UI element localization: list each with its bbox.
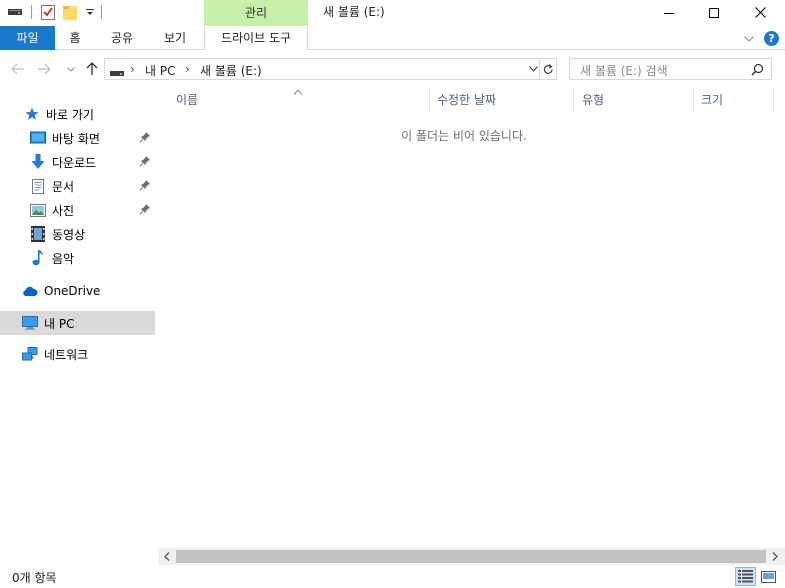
recent-locations-button[interactable] bbox=[62, 60, 80, 78]
horizontal-scroll-thumb[interactable] bbox=[176, 550, 766, 563]
minimize-icon bbox=[664, 12, 674, 14]
forward-arrow-icon bbox=[38, 63, 51, 75]
pin-icon[interactable] bbox=[139, 179, 151, 191]
nav-item-desktop[interactable]: 바탕 화면 bbox=[0, 126, 155, 150]
nav-item-downloads[interactable]: 다운로드 bbox=[0, 150, 155, 174]
nav-item-network[interactable]: 네트워크 bbox=[0, 342, 155, 366]
status-bar bbox=[0, 566, 785, 588]
pin-icon[interactable] bbox=[139, 155, 151, 167]
pin-icon[interactable] bbox=[139, 203, 151, 215]
scroll-right-button[interactable] bbox=[770, 551, 780, 562]
nav-label: 동영상 bbox=[52, 227, 86, 242]
chevron-down-icon bbox=[67, 66, 75, 72]
up-button[interactable] bbox=[83, 60, 101, 78]
column-header-type[interactable]: 유형 bbox=[582, 88, 690, 112]
column-header-size[interactable]: 크기 bbox=[701, 88, 771, 112]
star-icon bbox=[24, 106, 40, 122]
nav-label: 음악 bbox=[52, 251, 75, 266]
nav-item-this-pc[interactable]: 내 PC bbox=[0, 311, 155, 335]
chevron-down-icon bbox=[744, 36, 754, 42]
details-view-button[interactable] bbox=[735, 567, 756, 586]
chevron-left-icon bbox=[164, 552, 170, 561]
column-header-name[interactable]: 이름 bbox=[176, 88, 426, 112]
column-divider[interactable] bbox=[573, 88, 574, 112]
tab-share[interactable]: 공유 bbox=[106, 26, 138, 50]
nav-item-onedrive[interactable]: OneDrive bbox=[0, 279, 155, 303]
column-header-date-modified[interactable]: 수정한 날짜 bbox=[437, 88, 572, 112]
address-bar[interactable]: › 내 PC › 새 볼륨 (E:) bbox=[104, 58, 557, 80]
large-icons-view-button[interactable] bbox=[760, 569, 776, 584]
large-icons-view-icon bbox=[760, 570, 776, 583]
details-view-icon bbox=[738, 570, 753, 583]
close-icon bbox=[754, 7, 766, 18]
tab-file[interactable]: 파일 bbox=[0, 26, 55, 50]
pin-icon[interactable] bbox=[139, 131, 151, 143]
refresh-icon bbox=[543, 63, 553, 74]
properties-icon[interactable] bbox=[40, 4, 56, 20]
drive-icon bbox=[7, 4, 23, 20]
nav-label: 네트워크 bbox=[44, 347, 89, 362]
tab-drive-tools[interactable]: 드라이브 도구 bbox=[204, 26, 308, 50]
nav-label: OneDrive bbox=[44, 284, 101, 298]
nav-label: 문서 bbox=[52, 179, 75, 194]
refresh-button[interactable] bbox=[539, 58, 557, 80]
breadcrumb-volume[interactable]: 새 볼륨 (E:) bbox=[200, 62, 262, 79]
breadcrumb-separator[interactable]: › bbox=[185, 62, 190, 76]
nav-item-music[interactable]: 음악 bbox=[0, 246, 155, 270]
nav-label: 바탕 화면 bbox=[52, 131, 100, 146]
maximize-icon bbox=[709, 7, 719, 18]
search-input[interactable]: 새 볼륨 (E:) 검색 bbox=[580, 62, 668, 79]
drive-icon bbox=[110, 66, 124, 76]
tab-view[interactable]: 보기 bbox=[158, 26, 192, 50]
tab-manage[interactable]: 관리 bbox=[204, 0, 308, 27]
toolbar-separator bbox=[101, 5, 102, 19]
empty-folder-message: 이 폴더는 비어 있습니다. bbox=[401, 129, 527, 143]
pictures-icon bbox=[30, 202, 46, 218]
nav-item-videos[interactable]: 동영상 bbox=[0, 222, 155, 246]
desktop-icon bbox=[30, 130, 46, 146]
music-note-icon bbox=[30, 250, 46, 266]
cloud-icon bbox=[22, 283, 38, 299]
search-icon[interactable] bbox=[751, 63, 765, 77]
close-button[interactable] bbox=[737, 0, 783, 25]
expand-ribbon-button[interactable] bbox=[742, 32, 756, 46]
back-button[interactable] bbox=[9, 60, 27, 78]
breadcrumb-separator[interactable]: › bbox=[130, 62, 135, 76]
column-divider[interactable] bbox=[693, 88, 694, 112]
nav-quick-access[interactable]: 바로 가기 bbox=[0, 102, 155, 126]
maximize-button[interactable] bbox=[691, 0, 737, 25]
item-count: 0개 항목 bbox=[12, 571, 57, 585]
tab-home[interactable]: 홈 bbox=[63, 26, 87, 50]
chevron-right-icon bbox=[772, 552, 778, 561]
nav-label: 내 PC bbox=[44, 316, 75, 331]
toolbar-separator bbox=[31, 5, 32, 19]
nav-label: 사진 bbox=[52, 203, 75, 218]
breadcrumb-this-pc[interactable]: 내 PC bbox=[145, 62, 175, 79]
back-arrow-icon bbox=[11, 63, 24, 75]
nav-label: 다운로드 bbox=[52, 155, 97, 170]
film-icon bbox=[30, 226, 46, 242]
up-arrow-icon bbox=[86, 62, 98, 75]
minimize-button[interactable] bbox=[646, 0, 692, 25]
vertical-scroll-area bbox=[774, 88, 785, 548]
nav-label: 바로 가기 bbox=[46, 107, 94, 122]
file-list-area[interactable] bbox=[158, 88, 785, 548]
nav-item-pictures[interactable]: 사진 bbox=[0, 198, 155, 222]
chevron-down-icon bbox=[528, 66, 538, 72]
document-icon bbox=[30, 178, 46, 194]
computer-icon bbox=[22, 315, 38, 331]
customize-toolbar-icon[interactable] bbox=[82, 4, 98, 20]
nav-item-documents[interactable]: 문서 bbox=[0, 174, 155, 198]
scroll-left-button[interactable] bbox=[162, 551, 172, 562]
download-icon bbox=[30, 154, 46, 170]
network-icon bbox=[22, 346, 38, 362]
window-title: 새 볼륨 (E:) bbox=[323, 5, 385, 19]
help-button[interactable]: ? bbox=[764, 31, 779, 46]
column-divider[interactable] bbox=[429, 88, 430, 112]
search-box[interactable]: 새 볼륨 (E:) 검색 bbox=[569, 58, 772, 80]
forward-button[interactable] bbox=[35, 60, 53, 78]
new-folder-icon[interactable] bbox=[62, 4, 78, 20]
